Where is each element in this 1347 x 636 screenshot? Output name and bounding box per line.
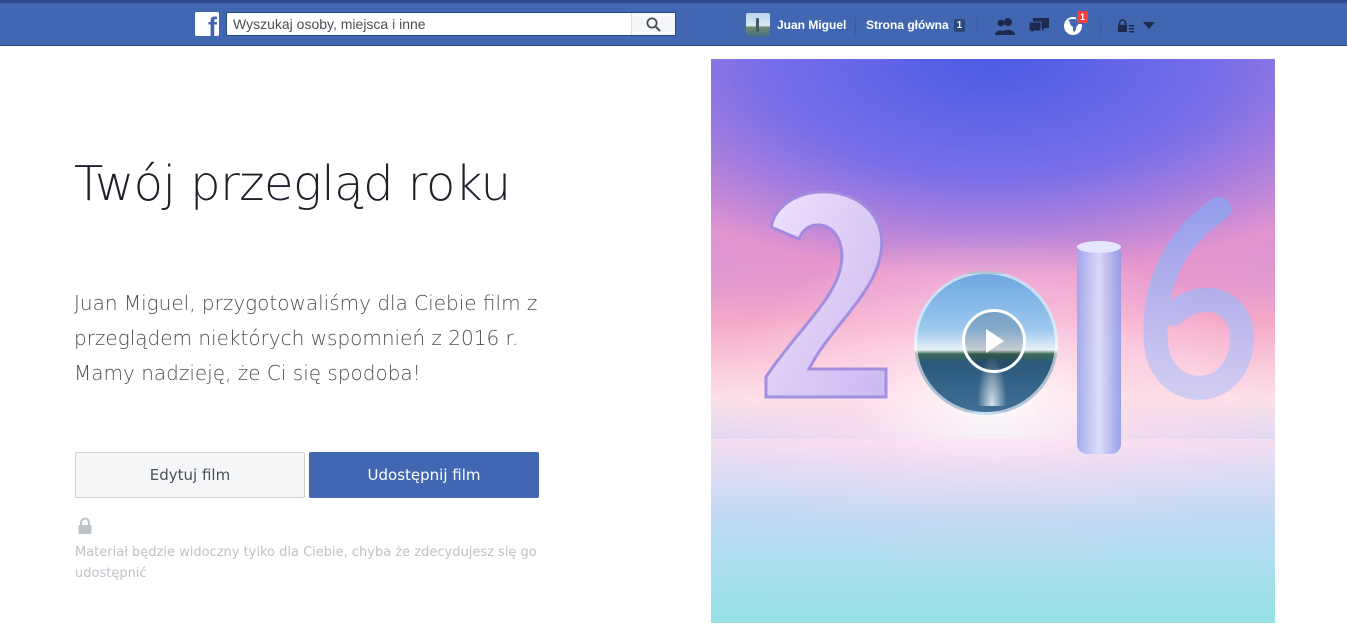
lock-icon (77, 517, 93, 540)
home-label: Strona główna (866, 18, 949, 32)
profile-link[interactable]: Juan Miguel (746, 12, 846, 38)
home-count-badge: 1 (953, 18, 966, 32)
notifications-button[interactable]: 1 (1062, 10, 1090, 37)
page-title: Twój przegląd roku (74, 156, 511, 212)
privacy-note: Materiał będzie widoczny tylko dla Ciebi… (75, 545, 537, 581)
top-navigation-bar: f Juan Miguel Strona główna 1 (0, 0, 1347, 46)
friend-requests-button[interactable] (993, 15, 1017, 37)
search-button[interactable] (631, 13, 675, 35)
share-video-button[interactable]: Udostępnij film (309, 452, 539, 498)
home-link[interactable]: Strona główna 1 (866, 12, 966, 38)
messages-icon (1028, 18, 1049, 36)
avatar (746, 13, 770, 37)
notifications-badge: 1 (1076, 10, 1090, 24)
account-menu-button[interactable] (1142, 15, 1156, 37)
intro-text: Juan Miguel, przygotowaliśmy dla Ciebie … (74, 291, 538, 385)
search-input[interactable] (227, 13, 632, 35)
nav-divider (977, 17, 978, 35)
nav-divider (855, 17, 856, 35)
edit-video-label: Edytuj film (149, 466, 231, 484)
chevron-down-icon (1143, 22, 1155, 29)
user-name: Juan Miguel (777, 18, 847, 32)
year-in-review-video[interactable] (711, 59, 1275, 623)
search-icon (646, 17, 661, 31)
play-icon (986, 329, 1004, 353)
play-button[interactable] (962, 309, 1026, 373)
search-box (226, 12, 676, 36)
messages-button[interactable] (1027, 15, 1051, 37)
edit-video-button[interactable]: Edytuj film (75, 452, 305, 498)
privacy-shortcuts-button[interactable] (1116, 15, 1136, 37)
privacy-lock-icon (1118, 19, 1134, 33)
facebook-logo-icon[interactable]: f (195, 12, 219, 36)
share-video-label: Udostępnij film (367, 466, 481, 484)
nav-divider (1100, 17, 1101, 35)
friend-requests-icon (995, 18, 1015, 35)
